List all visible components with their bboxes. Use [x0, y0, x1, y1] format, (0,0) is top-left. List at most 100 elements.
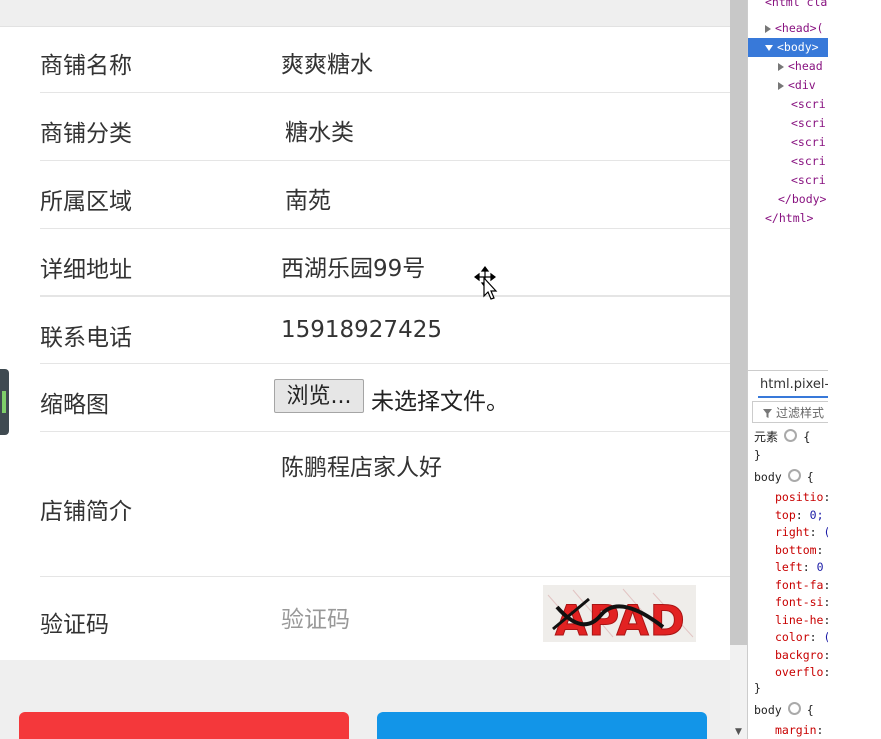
form-row-phone: 联系电话 15918927425	[40, 297, 730, 364]
css-property[interactable]: color: (	[775, 629, 828, 647]
css-property[interactable]: margin: ↵	[775, 722, 828, 739]
dom-node[interactable]: <scri	[748, 152, 828, 171]
phone-label: 联系电话	[40, 325, 132, 351]
css-property-name: left	[775, 560, 803, 574]
css-property-name: overflo	[775, 665, 824, 679]
css-property-value: 0	[816, 560, 824, 574]
dom-node-tag: <scri	[791, 173, 826, 187]
dom-node-tag: </body>	[778, 192, 827, 206]
css-property[interactable]: top: 0;	[775, 507, 824, 525]
body-rule-header: body{	[754, 469, 814, 484]
css-property-name: line-he	[775, 612, 824, 627]
captcha-image[interactable]: APAD	[543, 585, 696, 642]
form-row-shop-name: 商铺名称 爽爽糖水	[40, 26, 730, 93]
css-property-value: (	[823, 525, 828, 539]
gear-icon[interactable]	[784, 429, 798, 442]
rule-close: }	[754, 448, 761, 462]
form-row-intro: 店铺简介 陈鹏程店家人好	[40, 432, 730, 577]
dom-node-tag: <scri	[791, 154, 826, 168]
page-viewport: 商铺名称 爽爽糖水 商铺分类 糖水类 所属区域 南苑 详细地址 西湖乐园99号 …	[0, 0, 730, 739]
devtools-panel: <html cla <head>(<body> <head <div <scri <scr…	[747, 0, 828, 739]
collapsed-arrow-icon[interactable]	[778, 62, 784, 71]
shop-name-label: 商铺名称	[40, 53, 132, 79]
css-property-name: margin	[775, 723, 817, 737]
scroll-down-arrow-icon[interactable]: ▼	[730, 726, 747, 739]
css-property-name: font-fa	[775, 577, 824, 592]
dom-node-tag: <html cla	[765, 0, 828, 9]
css-property[interactable]: overflo:	[775, 664, 828, 682]
dom-node[interactable]: <html cla	[748, 0, 828, 12]
form-row-category: 商铺分类 糖水类	[40, 93, 730, 161]
css-property-name: color	[775, 630, 810, 644]
scroll-thumb[interactable]	[730, 0, 747, 645]
css-property[interactable]: backgro:	[775, 647, 828, 665]
styles-panel: html.pixel- 过滤样式 元素{ } body{ positio: to…	[748, 370, 828, 739]
page-scrollbar[interactable]: ▼	[730, 0, 747, 739]
dom-node-tag: <head	[788, 59, 823, 73]
phone-value[interactable]: 15918927425	[281, 317, 442, 343]
css-property[interactable]: bottom:	[775, 542, 823, 560]
expanded-arrow-icon[interactable]	[765, 44, 773, 51]
intro-label: 店铺简介	[40, 499, 132, 525]
css-property-value: 0;	[809, 507, 824, 522]
dom-node[interactable]: </html>	[748, 209, 828, 228]
css-property[interactable]: positio:	[775, 489, 828, 507]
dom-node-tag: <body>	[777, 40, 819, 54]
dom-node[interactable]: <scri	[748, 171, 828, 190]
dom-node-tag: <scri	[791, 116, 826, 130]
captcha-text: APAD	[555, 596, 686, 642]
collapsed-arrow-icon[interactable]	[765, 24, 771, 33]
file-status-text: 未选择文件。	[371, 389, 509, 415]
region-value[interactable]: 南苑	[285, 181, 331, 215]
filter-icon	[763, 409, 772, 418]
body-rule2-header: body{	[754, 702, 814, 717]
css-property[interactable]: line-he:	[775, 612, 828, 630]
dom-node[interactable]: <scri	[748, 114, 828, 133]
browse-button[interactable]: 浏览...	[274, 379, 364, 413]
style-filter-input[interactable]: 过滤样式	[752, 401, 828, 423]
css-property[interactable]: font-si:	[775, 594, 828, 612]
filter-placeholder: 过滤样式	[776, 406, 825, 420]
thumbnail-label: 缩略图	[40, 392, 109, 418]
side-handle[interactable]	[0, 369, 9, 435]
form-row-region: 所属区域 南苑	[40, 161, 730, 229]
collapsed-arrow-icon[interactable]	[778, 81, 784, 90]
css-property-name: backgro	[775, 647, 824, 662]
dom-node[interactable]: <head	[748, 57, 828, 76]
css-property[interactable]: left: 0	[775, 559, 824, 577]
css-property-name: right	[775, 525, 810, 539]
css-property-name: bottom	[775, 542, 817, 557]
dom-node-tag: </html>	[765, 211, 814, 225]
dom-node[interactable]: <div	[748, 76, 828, 95]
submit-button[interactable]	[377, 712, 707, 739]
captcha-input[interactable]	[281, 603, 511, 637]
form-row-address: 详细地址 西湖乐园99号	[40, 229, 730, 297]
move-cursor-icon	[474, 266, 498, 300]
body-selector-2: body	[754, 703, 782, 717]
dom-node[interactable]: <body>	[748, 38, 828, 57]
dom-node-tag: <head>(	[775, 21, 824, 35]
css-property-name: font-si	[775, 595, 824, 609]
css-property[interactable]: right: (	[775, 524, 828, 542]
body-selector: body	[754, 470, 782, 484]
shop-name-value[interactable]: 爽爽糖水	[281, 45, 373, 79]
intro-textarea[interactable]: 陈鹏程店家人好	[281, 448, 442, 482]
css-property-value: (	[823, 630, 828, 644]
css-property[interactable]: font-fa:	[775, 577, 828, 595]
address-value[interactable]: 西湖乐园99号	[281, 249, 425, 283]
gear-icon[interactable]	[787, 702, 801, 715]
dom-node[interactable]: <scri	[748, 95, 828, 114]
styles-tab[interactable]: html.pixel-	[757, 377, 828, 398]
css-property-name: positio	[775, 490, 824, 504]
dom-node[interactable]: </body>	[748, 190, 828, 209]
dom-node[interactable]: <head>(	[748, 19, 828, 38]
cancel-button[interactable]	[19, 712, 349, 739]
top-bar	[0, 0, 730, 27]
category-label: 商铺分类	[40, 121, 132, 147]
rule-close: }	[754, 681, 761, 695]
category-value[interactable]: 糖水类	[285, 113, 354, 147]
dom-node-tag: <scri	[791, 135, 826, 149]
gear-icon[interactable]	[787, 469, 801, 482]
dom-node[interactable]: <scri	[748, 133, 828, 152]
captcha-label: 验证码	[40, 612, 109, 638]
